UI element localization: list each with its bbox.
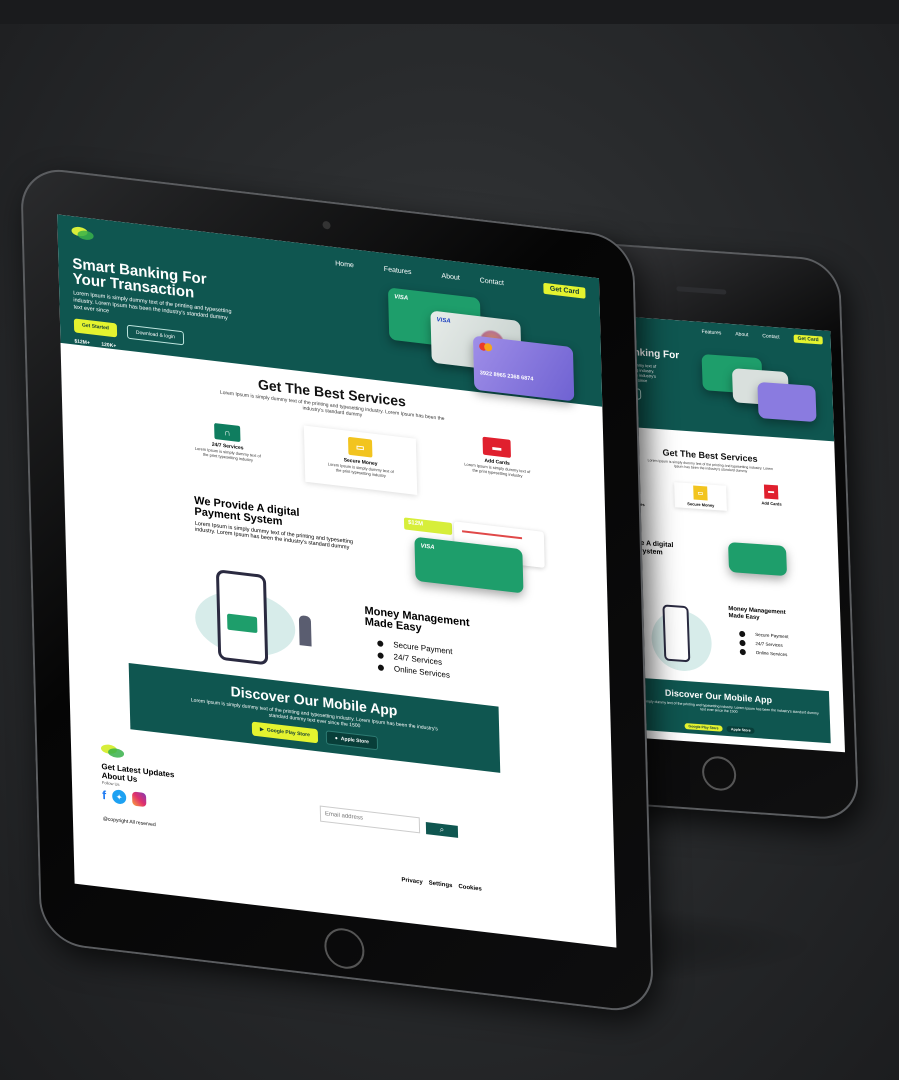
top-bar [0, 0, 899, 24]
play-store-icon: ▶ [259, 726, 264, 733]
phone-home-button[interactable] [701, 755, 737, 792]
footer-link-settings[interactable]: Settings [429, 880, 453, 889]
stat-customers: $12M+ Customers [74, 338, 91, 350]
illustration-phone [215, 569, 269, 666]
footer-logo-green [107, 747, 125, 759]
facebook-icon[interactable]: f [102, 788, 106, 803]
illustration-phone-card [227, 613, 258, 634]
footer-link-cookies[interactable]: Cookies [458, 884, 481, 893]
tablet-camera [322, 220, 331, 230]
phone-nav-about[interactable]: About [735, 331, 748, 338]
logo-shape-green [77, 229, 94, 241]
mastercard-logo [479, 342, 567, 360]
google-play-button[interactable]: ▶ Google Play Store [251, 721, 319, 744]
phone-money-list: Secure Payment 24/7 Services Online Serv… [739, 629, 789, 660]
headset-icon: ∩ [214, 422, 241, 443]
phone-service-secure: ▭ Secure Money [674, 482, 727, 511]
service-secure-money: ▭ Secure Money Lorem Ipsum is simply dum… [303, 425, 418, 495]
get-started-button[interactable]: Get Started [73, 318, 118, 338]
phone-nav-features[interactable]: Features [702, 329, 722, 336]
brand-logo[interactable] [71, 226, 94, 241]
payment-amount-badge: $12M [403, 517, 453, 536]
nav-home[interactable]: Home [335, 260, 354, 269]
google-play-label: Google Play Store [266, 727, 310, 739]
search-button[interactable]: ⌕ [425, 822, 459, 838]
phone-money-title: Money Management Made Easy [728, 606, 786, 624]
money-list: Secure Payment 24/7 Services Online Serv… [377, 637, 453, 682]
stat-total: 120K+ Total [101, 342, 116, 354]
phone-service-cards: ▬ Add Cards [745, 483, 797, 508]
footer-logo[interactable] [100, 743, 125, 759]
apple-store-button[interactable]: ● Apple Store [325, 730, 379, 751]
wallet-icon: ▭ [693, 485, 708, 501]
footer-link-privacy[interactable]: Privacy [401, 877, 423, 886]
card-icon: ▬ [482, 436, 511, 458]
phone-apple-store-button[interactable]: Apple Store [726, 726, 755, 734]
green-card-visa: VISA [394, 294, 409, 302]
wallet-icon: ▭ [347, 436, 373, 458]
search-icon: ⌕ [439, 824, 445, 835]
tablet-screen: Home Features About Contact Get Card Sma… [57, 214, 617, 948]
footer-links: Privacy Settings Cookies [401, 877, 482, 892]
service-247: ∩ 24/7 Services Lorem Ipsum is simply du… [192, 420, 263, 464]
tablet-device: Home Features About Contact Get Card Sma… [20, 165, 655, 1016]
newsletter-form: ⌕ [319, 805, 459, 838]
phone-payment-card [728, 541, 788, 577]
instagram-icon[interactable] [132, 791, 147, 808]
nav-contact[interactable]: Contact [480, 277, 504, 287]
twitter-icon[interactable]: ✦ [112, 789, 127, 805]
phone-get-card-button[interactable]: Get Card [793, 334, 823, 345]
apple-icon: ● [334, 735, 338, 742]
analytics-line [462, 530, 523, 540]
mastercard-circle-orange [484, 342, 493, 352]
footer-left: Get Latest Updates About Us Follow Us f … [100, 743, 176, 831]
phone-service-secure-title: Secure Money [687, 501, 715, 508]
phone-service-cards-title: Add Cards [761, 500, 782, 507]
get-card-button[interactable]: Get Card [543, 282, 586, 299]
stat-customers-label: Customers [74, 344, 92, 351]
nav-features[interactable]: Features [384, 265, 412, 275]
copyright-text: @copyright All reserved [102, 815, 156, 829]
phone-illustration-device [662, 604, 691, 663]
phone-purple-card [757, 381, 817, 423]
card-icon: ▬ [763, 484, 779, 500]
phone-speaker [676, 286, 727, 295]
service-add-cards: ▬ Add Cards Lorem Ipsum is simply dummy … [461, 434, 533, 480]
tablet-home-button[interactable] [323, 926, 365, 971]
email-input[interactable] [319, 805, 421, 834]
silver-card-visa: VISA [436, 317, 451, 325]
nav-about[interactable]: About [441, 272, 459, 281]
payment-section: We Provide A digital Payment System Lore… [194, 495, 365, 553]
phone-google-play-button[interactable]: Google Play Store [684, 723, 723, 732]
purple-card-number: 3922 8965 2368 6874 [479, 370, 534, 383]
download-login-button[interactable]: Download & login [126, 324, 185, 346]
apple-store-label: Apple Store [340, 736, 370, 746]
phone-nav-contact[interactable]: Contact [762, 333, 779, 340]
money-title: Money Management Made Easy [364, 605, 470, 640]
illustration-person [298, 615, 312, 647]
